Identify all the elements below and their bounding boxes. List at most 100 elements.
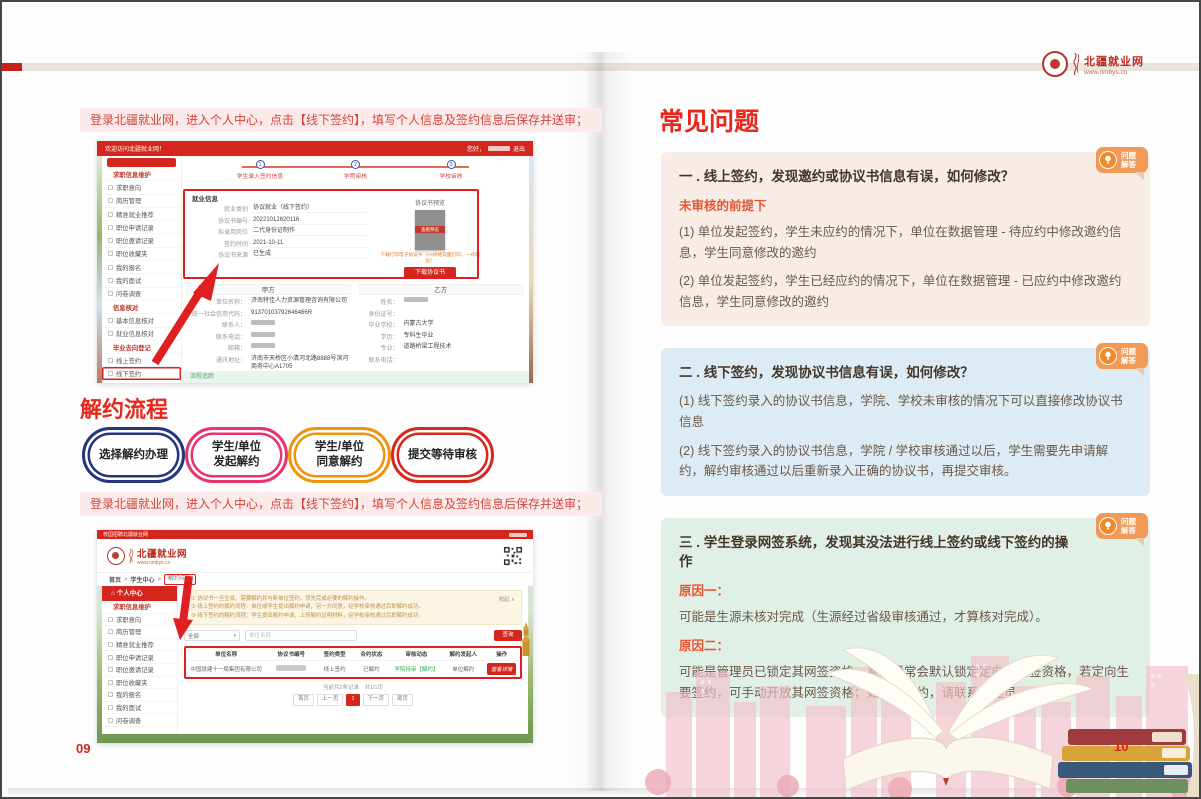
- sidebar: 求职信息维护 求职意向 简历管理: [102, 156, 182, 383]
- emblem-icon: [107, 547, 125, 565]
- sidebar-item[interactable]: 职位申请记录: [102, 651, 177, 664]
- sidebar-item[interactable]: 求职信息维护: [102, 168, 181, 181]
- process-trace-bar: 流程追踪: [182, 371, 529, 383]
- menu-icon: [108, 198, 113, 203]
- type-select[interactable]: 全部 ▾: [184, 630, 240, 641]
- sidebar-item[interactable]: 求职意向: [102, 614, 177, 627]
- faq-paragraph: (1) 线下签约录入的协议书信息，学院、学校未审核的情况下可以直接修改协议书信息: [679, 391, 1132, 432]
- sidebar-item[interactable]: 职位收藏夹: [102, 677, 177, 690]
- sidebar-item[interactable]: 毕业去向登记: [102, 341, 181, 354]
- site-header: 北疆就业网 www.nmbys.cn: [97, 539, 533, 572]
- form-field: 姓名：: [359, 297, 524, 307]
- faq-block: (1) 线下签约录入的协议书信息，学院、学校未审核的情况下可以直接修改协议书信息: [679, 391, 1132, 432]
- cell-company: 中国铁建十一局集团有限公司: [186, 665, 266, 673]
- qa-badge: 问题 解答: [1096, 147, 1148, 173]
- menu-icon: [108, 692, 113, 697]
- sidebar-item[interactable]: 求职意向: [102, 181, 181, 194]
- preview-thumbnail[interactable]: 查看预览: [415, 210, 445, 250]
- form-field: 协议书编号 20221012620116: [192, 216, 367, 226]
- page-number-right: 10: [1114, 739, 1128, 754]
- cell-review-status: 学院待审【解约】: [390, 665, 443, 673]
- menu-icon: [108, 358, 113, 363]
- sidebar-item[interactable]: 就业信息核对: [102, 328, 181, 341]
- form-field: 就业类别 协议就业（线下签约）: [192, 204, 367, 214]
- sidebar-personal-center[interactable]: 个人中心: [102, 586, 177, 601]
- company-search-input[interactable]: [245, 630, 357, 641]
- page-button[interactable]: 下一页: [363, 694, 390, 706]
- menu-icon: [108, 655, 113, 660]
- logout-link[interactable]: 退出: [513, 144, 525, 153]
- sidebar-item[interactable]: 简历管理: [102, 195, 181, 208]
- page-button[interactable]: 尾页: [392, 694, 413, 706]
- sidebar-item[interactable]: 我的报名: [102, 261, 181, 274]
- form-field: 单位名称： 济南特佳人力资源管理咨询有限公司: [186, 297, 351, 307]
- page-button[interactable]: 1: [346, 694, 359, 706]
- stepper-step: 3 学校审核: [411, 160, 491, 180]
- termination-flow: 选择解约办理 学生/单位 发起解约 学生/单位 同意解约 提交等待审核: [82, 426, 552, 484]
- step-label: 学校审核: [439, 171, 462, 180]
- breadcrumb-student-center[interactable]: 学生中心: [131, 575, 155, 584]
- sidebar-item[interactable]: 我的面试: [102, 274, 181, 287]
- sidebar-item[interactable]: 职位申请记录: [102, 221, 181, 234]
- collapse-link[interactable]: 收起 ∧: [499, 595, 515, 603]
- faq-question: 一 . 线上签约，发现邀约或协议书信息有误，如何修改？: [679, 168, 1132, 187]
- chevron-down-icon: ▾: [233, 633, 236, 639]
- sidebar-item[interactable]: 基本信息核对: [102, 314, 181, 327]
- sidebar-item[interactable]: 精准就业推荐: [102, 208, 181, 221]
- lightbulb-icon: [1099, 517, 1117, 535]
- step-number: 2: [351, 160, 360, 169]
- page-button[interactable]: 首页: [293, 694, 314, 706]
- notice-line: ① 协议书一旦生成，需要解约并与新单位签约，须先完成必要的解约操作。: [191, 595, 515, 603]
- sidebar-item[interactable]: 精准就业推荐: [102, 639, 177, 652]
- menu-icon: [108, 718, 113, 723]
- sidebar-item[interactable]: 简历管理: [102, 626, 177, 639]
- sidebar-item[interactable]: 求职信息维护: [102, 601, 177, 614]
- sidebar-item[interactable]: 职位收藏夹: [102, 248, 181, 261]
- page-button[interactable]: 上一页: [317, 694, 344, 706]
- qr-code: [503, 546, 523, 566]
- sidebar-item[interactable]: 职位邀请记录: [102, 664, 177, 677]
- sidebar-item[interactable]: 信息核对: [102, 301, 181, 314]
- flow-step: 选择解约办理: [82, 427, 185, 483]
- sidebar-item[interactable]: 我的面试: [102, 702, 177, 715]
- form-field: 联系人：: [186, 320, 351, 330]
- photo-edge-left: [97, 156, 102, 383]
- faq-paragraph: 可能是生源未核对完成（生源经过省级审核通过，才算核对完成）。: [679, 607, 1132, 628]
- faq-section-title: 常见问题: [659, 102, 759, 138]
- instruction-strip-1: 登录北疆就业网，进入个人中心，点击【线下签约】，填写个人信息及签约信息后保存并送…: [80, 108, 602, 132]
- search-button[interactable]: 查询: [494, 630, 522, 641]
- brand-name: 北疆就业网: [137, 546, 187, 560]
- cell-initiator: 单位解约: [443, 665, 483, 673]
- flow-step: 学生/单位 发起解约: [185, 427, 288, 483]
- faq-paragraph: (2) 线下签约录入的协议书信息，学院 / 学校审核通过以后，学生需要先申请解约…: [679, 441, 1132, 482]
- instruction-strip-2: 登录北疆就业网，进入个人中心，点击【线下签约】，填写个人信息及签约信息后保存并送…: [80, 492, 602, 516]
- menu-icon: [108, 371, 113, 376]
- download-agreement-button[interactable]: 下载协议书: [404, 267, 456, 279]
- sidebar-item[interactable]: 问卷调查: [102, 288, 181, 301]
- sidebar-item[interactable]: 线下签约: [102, 367, 181, 380]
- cell-sign-type: 线上签约: [316, 665, 353, 673]
- sidebar-item[interactable]: 我的报名: [102, 689, 177, 702]
- faq-block: (2) 单位发起签约，学生已经应约的情况下，单位在数据管理 - 已应约中修改邀约…: [679, 271, 1132, 312]
- form-field: 毕业学校： 内蒙古大学: [359, 320, 524, 330]
- form-field: 联系电话：: [359, 355, 524, 365]
- table-row: 中国铁建十一局集团有限公司 线上签约 已解约 学院待审【解约】 单位解约 查看详…: [186, 661, 520, 677]
- sidebar-active-pill: [107, 158, 176, 167]
- view-detail-button[interactable]: 查看详情: [487, 663, 516, 675]
- menu-icon: [108, 251, 113, 256]
- page-number-left: 09: [76, 741, 90, 756]
- sidebar-item[interactable]: 职位邀请记录: [102, 234, 181, 247]
- breadcrumb-home[interactable]: 首页: [109, 575, 121, 584]
- brand-url: www.nmbys.cn: [137, 560, 187, 566]
- book-spine: [570, 52, 634, 791]
- breadcrumb-termination-center[interactable]: 解约中心: [164, 574, 196, 585]
- site-topbar: 校园招聘北疆就业网: [97, 530, 533, 539]
- menu-icon: [108, 642, 113, 647]
- party-b-header: 乙方: [359, 284, 524, 295]
- sidebar-item[interactable]: 线上签约: [102, 354, 181, 367]
- sidebar-item[interactable]: 问卷调查: [102, 714, 177, 727]
- faq-block: 可能是生源未核对完成（生源经过省级审核通过，才算核对完成）。: [679, 607, 1132, 628]
- notice-line: ③ 线下签约的解约流程：学生提出解约申请、上传解约证明材料，经学校审核通过后即解…: [191, 612, 515, 620]
- site-logo[interactable]: 北疆就业网 www.nmbys.cn: [107, 546, 187, 566]
- faq-paragraph: (2) 单位发起签约，学生已经应约的情况下，单位在数据管理 - 已应约中修改邀约…: [679, 271, 1132, 312]
